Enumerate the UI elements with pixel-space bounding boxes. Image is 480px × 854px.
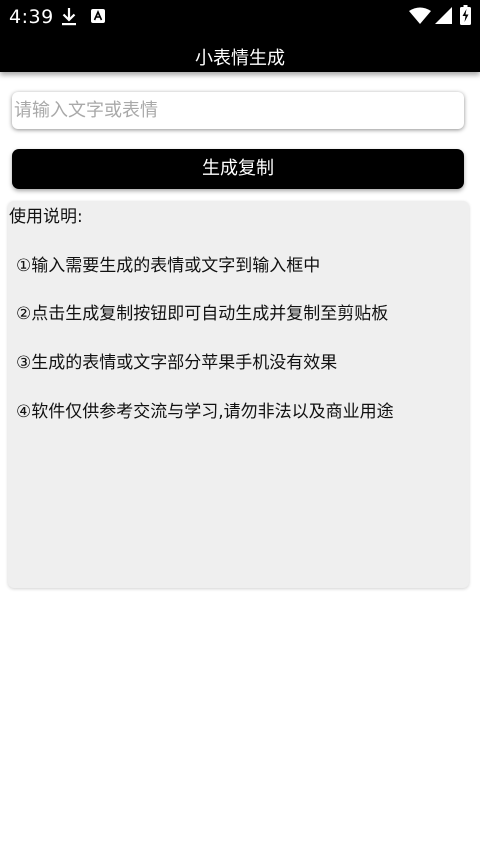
emoji-text-input[interactable]: [12, 92, 464, 129]
generate-copy-button-label: 生成复制: [202, 158, 274, 179]
assistant-icon: [91, 9, 105, 23]
status-bar: 4:39: [0, 0, 480, 34]
generate-copy-button[interactable]: 生成复制: [12, 149, 464, 189]
battery-charging-icon: [460, 5, 471, 25]
instruction-item-2: ②点击生成复制按钮即可自动生成并复制至剪贴板: [16, 304, 389, 324]
instructions-title: 使用说明:: [9, 207, 83, 227]
status-time: 4:39: [9, 6, 54, 28]
instruction-item-4: ④软件仅供参考交流与学习,请勿非法以及商业用途: [16, 402, 394, 422]
app-title: 小表情生成: [195, 48, 285, 69]
cell-signal-icon: [435, 7, 452, 24]
app-bar: 小表情生成: [0, 34, 480, 72]
emoji-text-input-container[interactable]: [12, 92, 464, 129]
download-icon: [62, 8, 76, 26]
wifi-icon: [409, 7, 431, 24]
instruction-item-3: ③生成的表情或文字部分苹果手机没有效果: [16, 353, 338, 373]
instructions-panel: 使用说明: ①输入需要生成的表情或文字到输入框中 ②点击生成复制按钮即可自动生成…: [8, 201, 469, 588]
instruction-item-1: ①输入需要生成的表情或文字到输入框中: [16, 256, 321, 276]
